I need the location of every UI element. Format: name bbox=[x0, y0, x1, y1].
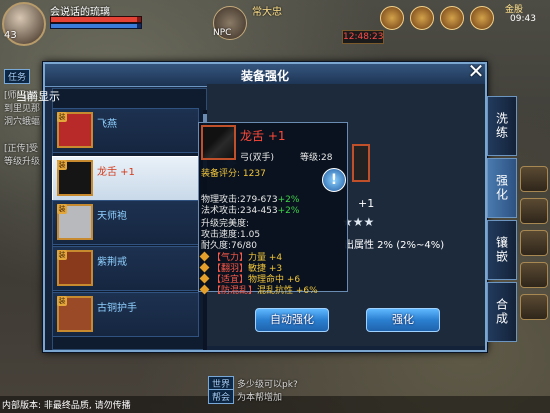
list-header: 当前显示 bbox=[16, 90, 60, 103]
enhance-target-slot[interactable] bbox=[352, 144, 370, 182]
gem-icon bbox=[199, 251, 210, 262]
side-button-2[interactable] bbox=[520, 198, 548, 224]
npc-name: 常大忠 bbox=[252, 7, 282, 18]
side-button-3[interactable] bbox=[520, 230, 548, 256]
clock: 09:43 bbox=[510, 14, 536, 24]
side-button-4[interactable] bbox=[520, 262, 548, 288]
equipped-badge: 装 bbox=[57, 160, 67, 170]
list-item[interactable]: 装 飞燕 bbox=[52, 108, 199, 153]
attribute-text: 出属性 2% (2%~4%) bbox=[344, 240, 445, 251]
gem-icon bbox=[199, 262, 210, 273]
list-item[interactable]: 装 龙舌 +1 bbox=[52, 156, 199, 201]
tooltip-magic-attack: 法术攻击:234-453+2% bbox=[201, 206, 300, 216]
tooltip-item-level: 等级:28 bbox=[300, 153, 333, 163]
tab-synthesize[interactable]: 合成 bbox=[487, 282, 517, 342]
side-button-1[interactable] bbox=[520, 166, 548, 192]
chat-guild[interactable]: 帮会 为本帮增加 bbox=[208, 389, 282, 404]
npc-label: NPC bbox=[213, 28, 232, 38]
auto-enhance-button[interactable]: 自动强化 bbox=[255, 308, 329, 332]
item-name: 古铜护手 bbox=[97, 303, 137, 314]
tooltip-gem-row: 【防混乱】混乱抗性 +6% bbox=[199, 283, 318, 296]
tooltip-item-icon bbox=[201, 125, 236, 160]
item-name: 飞燕 bbox=[97, 119, 117, 130]
dialog-title: 装备强化 bbox=[240, 69, 289, 83]
item-name: 天师袍 bbox=[97, 211, 127, 222]
item-name: 龙舌 +1 bbox=[97, 167, 135, 178]
tooltip-score: 装备评分: 1237 bbox=[201, 169, 266, 179]
list-item[interactable]: 装 古铜护手 bbox=[52, 292, 199, 337]
build-notice: 内部版本: 非最终品质, 请勿传播 bbox=[2, 401, 131, 411]
equipped-badge: 装 bbox=[57, 204, 67, 214]
player-hp-bar bbox=[50, 16, 142, 23]
equipped-badge: 装 bbox=[57, 112, 67, 122]
info-icon[interactable]: ! bbox=[322, 168, 346, 192]
list-item[interactable]: 装 紫荆戒 bbox=[52, 246, 199, 291]
chat-line: [正传]受 bbox=[4, 144, 39, 154]
chat-line: 等级升级 bbox=[4, 157, 41, 167]
chat-line: 洞穴蛾蝠 bbox=[4, 117, 41, 127]
equipped-badge: 装 bbox=[57, 296, 67, 306]
side-button-5[interactable] bbox=[520, 294, 548, 320]
list-item[interactable]: 装 天师袍 bbox=[52, 200, 199, 245]
enhance-button[interactable]: 强化 bbox=[366, 308, 440, 332]
tab-enhance[interactable]: 强化 bbox=[487, 158, 517, 218]
player-mp-bar bbox=[50, 23, 142, 29]
activity-icon[interactable] bbox=[410, 6, 434, 30]
equipped-badge: 装 bbox=[57, 250, 67, 260]
chat-tab-task[interactable]: 任务 bbox=[4, 69, 44, 84]
event-icon[interactable] bbox=[380, 6, 404, 30]
tab-refine[interactable]: 洗练 bbox=[487, 96, 517, 156]
tooltip-item-type: 弓(双手) bbox=[240, 153, 275, 163]
tooltip-item-name: 龙舌 +1 bbox=[240, 129, 286, 143]
shop-icon[interactable] bbox=[470, 6, 494, 30]
plus-label: +1 bbox=[358, 197, 375, 210]
item-name: 紫荆戒 bbox=[97, 257, 127, 268]
gem-icon bbox=[199, 284, 210, 295]
close-icon[interactable]: ✕ bbox=[465, 61, 487, 83]
reward-icon[interactable] bbox=[440, 6, 464, 30]
event-timer: 12:48:23 bbox=[342, 30, 384, 44]
player-level: 43 bbox=[4, 30, 17, 41]
gem-icon bbox=[199, 273, 210, 284]
tab-inlay[interactable]: 镶嵌 bbox=[487, 220, 517, 280]
